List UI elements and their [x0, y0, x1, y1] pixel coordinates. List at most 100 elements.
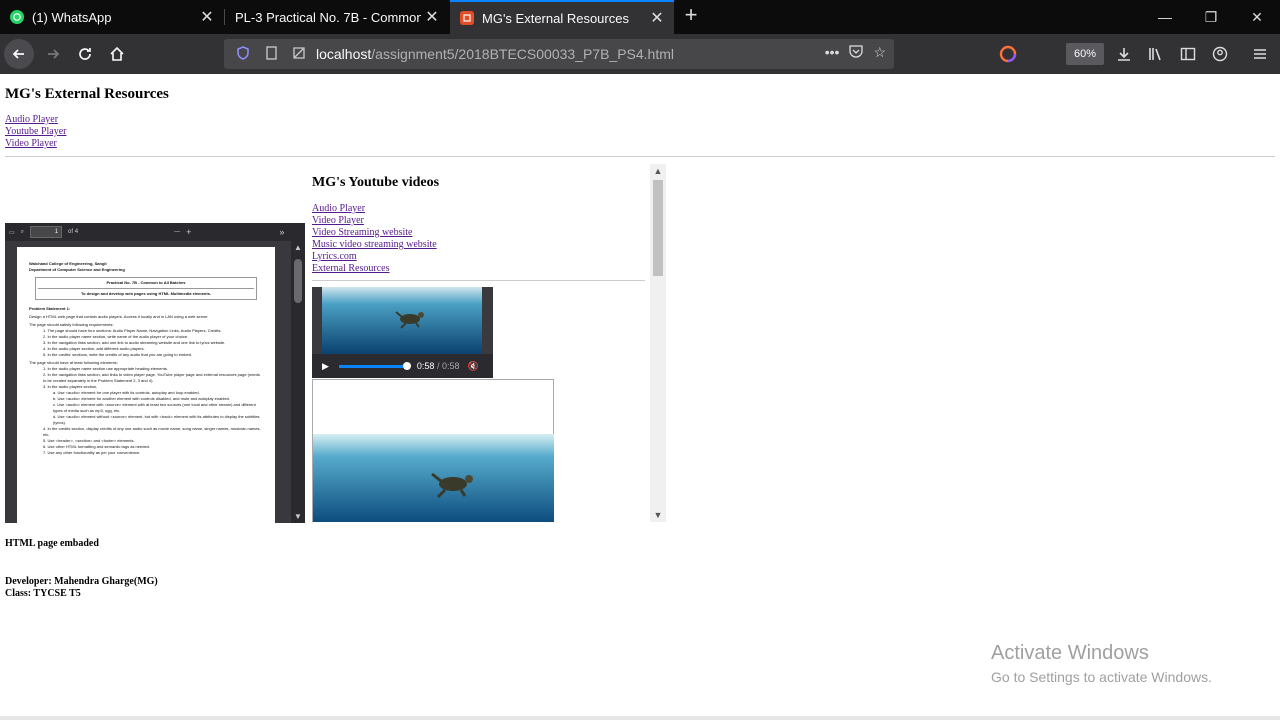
- pdf-page: Walchand College of Engineering, Sangli …: [17, 247, 275, 523]
- back-arrow-icon: [12, 49, 24, 59]
- scroll-up-icon[interactable]: ▲: [650, 166, 666, 176]
- top-nav-links: Audio Player Youtube Player Video Player: [5, 114, 66, 150]
- pdf-page-count: of 4: [68, 229, 79, 235]
- duration: / 0:58: [436, 361, 460, 371]
- muted-speaker-icon[interactable]: 🔇: [468, 361, 479, 372]
- link-lyrics[interactable]: Lyrics.com: [312, 251, 437, 263]
- developer-credit: Developer: Mahendra Gharge(MG): [5, 576, 158, 587]
- pdf-list-item: 5. In the credits' sections, write the c…: [43, 352, 193, 357]
- home-button[interactable]: [102, 39, 132, 69]
- pdf-header-line: Department of Computer Science and Engin…: [29, 267, 125, 272]
- tab-whatsapp[interactable]: (1) WhatsApp ✕: [0, 0, 224, 34]
- embedded-page-scrollbar[interactable]: ▲ ▼: [650, 164, 666, 522]
- pocket-icon[interactable]: [849, 44, 864, 61]
- tab-external-resources[interactable]: MG's External Resources ✕: [450, 0, 674, 34]
- new-tab-button[interactable]: +: [680, 4, 702, 27]
- embedded-html-page[interactable]: MG's Youtube videos Audio Player Video P…: [312, 164, 666, 522]
- tools-chevron-icon[interactable]: »: [279, 227, 284, 237]
- pdf-scrollbar[interactable]: ▲ ▼: [291, 241, 305, 523]
- window-bottom-edge: [0, 716, 1280, 720]
- class-credit: Class: TYCSE T5: [5, 588, 81, 599]
- reload-icon: [79, 48, 91, 60]
- tab-title: MG's External Resources: [482, 10, 629, 26]
- shield-icon[interactable]: [234, 45, 252, 63]
- pdf-box-subtitle: To design and develop web pages using HT…: [38, 288, 254, 297]
- pdf-title-box: Practical No. 7B - Common to All Batches…: [35, 277, 257, 300]
- link-video-streaming[interactable]: Video Streaming website: [312, 227, 437, 239]
- close-tab-icon[interactable]: ✕: [646, 7, 668, 29]
- reload-button[interactable]: [70, 39, 100, 69]
- library-icon[interactable]: [1144, 42, 1168, 66]
- video-time: 0:58 / 0:58: [417, 361, 460, 371]
- link-video-player[interactable]: Video Player: [312, 215, 437, 227]
- minimize-button[interactable]: —: [1142, 0, 1188, 34]
- scrollbar-thumb[interactable]: [653, 180, 663, 276]
- pdf-toolbar: ▭ ⌕ 1 of 4 — + »: [5, 223, 305, 241]
- close-tab-icon[interactable]: ✕: [196, 6, 218, 28]
- embedded-pdf-viewer[interactable]: ▭ ⌕ 1 of 4 — + » Walchand College of Eng…: [5, 223, 305, 523]
- permissions-icon[interactable]: [290, 46, 308, 63]
- menu-icon[interactable]: [1248, 42, 1272, 66]
- current-time: 0:58: [416, 361, 435, 371]
- close-window-button[interactable]: ✕: [1234, 0, 1280, 34]
- video-controls: ▶ 0:58 / 0:58 🔇: [312, 354, 493, 378]
- link-music-video-streaming[interactable]: Music video streaming website: [312, 239, 437, 251]
- link-youtube-player[interactable]: Youtube Player: [5, 126, 66, 138]
- zoom-in-icon[interactable]: +: [186, 227, 191, 237]
- url-host: localhost: [316, 46, 372, 62]
- close-tab-icon[interactable]: ✕: [421, 6, 443, 28]
- restore-button[interactable]: ❐: [1188, 0, 1234, 34]
- youtube-section-heading: MG's Youtube videos: [312, 175, 440, 190]
- tab-strip: (1) WhatsApp ✕ PL-3 Practical No. 7B - C…: [0, 0, 1280, 34]
- pdf-list-item: c. Use <audio> element with <source> ele…: [53, 402, 256, 413]
- more-actions-icon[interactable]: •••: [825, 44, 840, 61]
- page-content: MG's External Resources Audio Player You…: [0, 74, 1280, 720]
- horizontal-rule: [5, 156, 1275, 157]
- page-title: MG's External Resources: [5, 86, 169, 102]
- video-player[interactable]: ▶ 0:58 / 0:58 🔇: [312, 287, 493, 378]
- tab-title: PL-3 Practical No. 7B - Common to: [235, 9, 421, 25]
- pdf-page-input[interactable]: 1: [30, 226, 63, 238]
- youtube-section-links: Audio Player Video Player Video Streamin…: [312, 203, 437, 275]
- scroll-down-icon[interactable]: ▼: [291, 512, 305, 521]
- zoom-level-badge[interactable]: 60%: [1066, 43, 1105, 65]
- back-button[interactable]: [4, 39, 34, 69]
- pdf-search-icon[interactable]: ⌕: [21, 229, 24, 236]
- colorful-extension-icon[interactable]: [996, 42, 1020, 66]
- seek-slider[interactable]: [338, 361, 411, 370]
- page-icon[interactable]: [262, 45, 280, 63]
- downloads-icon[interactable]: [1112, 42, 1136, 66]
- pdf-list-item: d. Use <audio> element without <source> …: [53, 414, 260, 425]
- embed-caption: HTML page embaded: [5, 538, 99, 549]
- sidebar-toggle-icon[interactable]: ▭: [9, 229, 15, 236]
- play-icon[interactable]: ▶: [322, 361, 329, 372]
- pdf-list-item: 7. Use any other functionality as per yo…: [43, 450, 141, 455]
- bookmark-star-icon[interactable]: ☆: [873, 44, 886, 61]
- home-icon: [110, 46, 124, 61]
- pdf-problem-heading: Problem Statement 1:: [29, 306, 71, 311]
- pdf-list-item: 4. In the credits section, display credi…: [43, 426, 261, 437]
- video-player-embed[interactable]: [312, 379, 554, 522]
- account-icon[interactable]: [1208, 42, 1232, 66]
- sidebar-icon[interactable]: [1176, 42, 1200, 66]
- tab-title: (1) WhatsApp: [32, 9, 112, 25]
- address-bar[interactable]: localhost/assignment5/2018BTECS00033_P7B…: [224, 39, 1105, 69]
- link-video-player[interactable]: Video Player: [5, 138, 66, 150]
- activate-windows-watermark: Activate Windows Go to Settings to activ…: [991, 642, 1212, 685]
- zoom-out-icon[interactable]: —: [174, 229, 180, 235]
- seek-knob[interactable]: [402, 361, 411, 370]
- whatsapp-icon: [10, 10, 24, 24]
- forward-button[interactable]: [38, 39, 68, 69]
- link-audio-player[interactable]: Audio Player: [5, 114, 66, 126]
- link-audio-player[interactable]: Audio Player: [312, 203, 437, 215]
- watermark-title: Activate Windows: [991, 642, 1149, 664]
- link-external-resources[interactable]: External Resources: [312, 263, 437, 275]
- scroll-down-icon[interactable]: ▼: [650, 510, 666, 520]
- scrollbar-thumb[interactable]: [294, 259, 302, 303]
- url-path: /assignment5/2018BTECS00033_P7B_PS4.html: [371, 46, 675, 62]
- watermark-subtitle: Go to Settings to activate Windows.: [991, 669, 1212, 685]
- navigation-toolbar: localhost/assignment5/2018BTECS00033_P7B…: [0, 34, 1280, 74]
- url-text: localhost/assignment5/2018BTECS00033_P7B…: [316, 46, 674, 62]
- tab-practical[interactable]: PL-3 Practical No. 7B - Common to ✕: [225, 0, 449, 34]
- scroll-up-icon[interactable]: ▲: [291, 243, 305, 252]
